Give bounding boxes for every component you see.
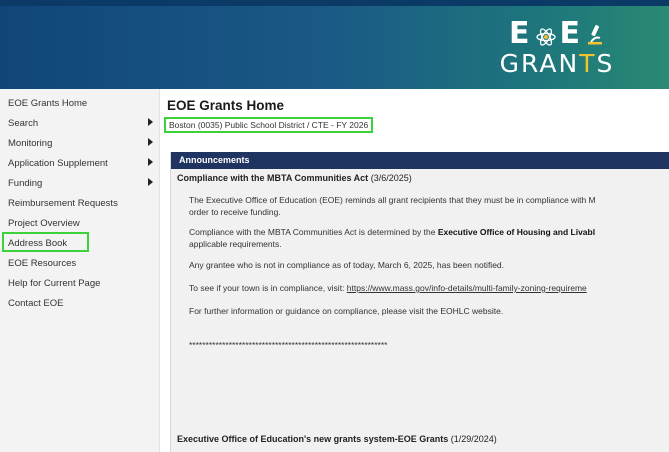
sidebar-item-label: Address Book <box>8 238 68 249</box>
sidebar-item-label: Reimbursement Requests <box>8 198 118 209</box>
paragraph-line: Compliance with the MBTA Communities Act… <box>189 226 595 238</box>
logo-letter-e1: E <box>509 16 532 51</box>
announcement-paragraph-3: Any grantee who is not in compliance as … <box>189 260 505 270</box>
announcement-paragraph-1: The Executive Office of Education (EOE) … <box>189 194 596 218</box>
sidebar-item-help-for-current-page[interactable]: Help for Current Page <box>0 274 159 290</box>
sidebar-item-funding[interactable]: Funding <box>0 174 159 190</box>
announcement-date: (1/29/2024) <box>450 434 497 444</box>
sidebar-item-address-book[interactable]: Address Book <box>2 232 89 252</box>
submenu-arrow-icon <box>148 118 153 126</box>
sidebar-item-label: EOE Resources <box>8 258 77 269</box>
eoe-grants-logo[interactable]: E E GRANTS <box>497 18 617 88</box>
sidebar-item-label: Application Supplement <box>8 158 108 169</box>
sidebar-item-label: Contact EOE <box>8 298 64 309</box>
announcement-title-text: Executive Office of Education's new gran… <box>177 434 449 444</box>
sidebar-item-label: EOE Grants Home <box>8 98 88 109</box>
paragraph-line: applicable requirements. <box>189 239 282 249</box>
page-title: EOE Grants Home <box>167 98 285 113</box>
sidebar-item-eoe-grants-home[interactable]: EOE Grants Home <box>0 94 159 110</box>
submenu-arrow-icon <box>148 138 153 146</box>
header-banner: E E GRANTS <box>0 0 669 89</box>
zoning-requirements-link[interactable]: https://www.mass.gov/info-details/multi-… <box>347 283 587 293</box>
main-content: EOE Grants Home Boston (0035) Public Sch… <box>160 89 669 452</box>
logo-bottom-row: GRANTS <box>497 50 617 78</box>
announcement-paragraph-5: For further information or guidance on c… <box>189 306 504 316</box>
announcements-panel: Announcements Compliance with the MBTA C… <box>170 152 669 452</box>
sidebar-item-label: Monitoring <box>8 138 53 149</box>
logo-text-gran: GRAN <box>499 49 580 78</box>
sidebar-item-monitoring[interactable]: Monitoring <box>0 134 159 150</box>
eohlc-bold-text: Executive Office of Housing and Livabl <box>437 227 596 237</box>
sidebar-item-label: Funding <box>8 178 43 189</box>
logo-text-t: T <box>579 49 597 78</box>
announcement-title-eoe-grants: Executive Office of Education's new gran… <box>177 434 497 444</box>
announcement-date: (3/6/2025) <box>370 173 412 183</box>
sidebar-item-application-supplement[interactable]: Application Supplement <box>0 154 159 170</box>
sidebar-item-label: Help for Current Page <box>8 278 101 289</box>
paragraph-text: Compliance with the MBTA Communities Act… <box>189 227 438 237</box>
sidebar-nav: EOE Grants Home Search Monitoring Applic… <box>0 89 160 452</box>
logo-text-s: S <box>596 49 615 78</box>
sidebar-item-label: Search <box>8 118 39 129</box>
submenu-arrow-icon <box>148 178 153 186</box>
sidebar-item-label: Project Overview <box>8 218 80 229</box>
sidebar-item-contact-eoe[interactable]: Contact EOE <box>0 294 159 310</box>
announcement-paragraph-2: Compliance with the MBTA Communities Act… <box>189 226 595 250</box>
announcements-header: Announcements <box>171 152 669 169</box>
sidebar-item-eoe-resources[interactable]: EOE Resources <box>0 254 159 270</box>
submenu-arrow-icon <box>148 158 153 166</box>
announcement-paragraph-4: To see if your town is in compliance, vi… <box>189 282 587 294</box>
sidebar-item-search[interactable]: Search <box>0 114 159 130</box>
paragraph-line: order to receive funding. <box>189 207 281 217</box>
sidebar-item-reimbursement-requests[interactable]: Reimbursement Requests <box>0 194 159 210</box>
logo-letter-e2: E <box>559 16 582 51</box>
org-breadcrumb[interactable]: Boston (0035) Public School District / C… <box>164 117 374 133</box>
announcement-title-text: Compliance with the MBTA Communities Act <box>177 173 369 183</box>
paragraph-line: The Executive Office of Education (EOE) … <box>189 195 596 205</box>
announcement-divider: ****************************************… <box>189 340 388 350</box>
paragraph-text: To see if your town is in compliance, vi… <box>189 283 347 293</box>
atom-icon <box>535 23 557 46</box>
microscope-icon <box>585 22 605 46</box>
sidebar-item-project-overview[interactable]: Project Overview <box>0 214 159 230</box>
announcement-title-mbta: Compliance with the MBTA Communities Act… <box>177 173 412 183</box>
logo-top-row: E E <box>497 18 617 50</box>
